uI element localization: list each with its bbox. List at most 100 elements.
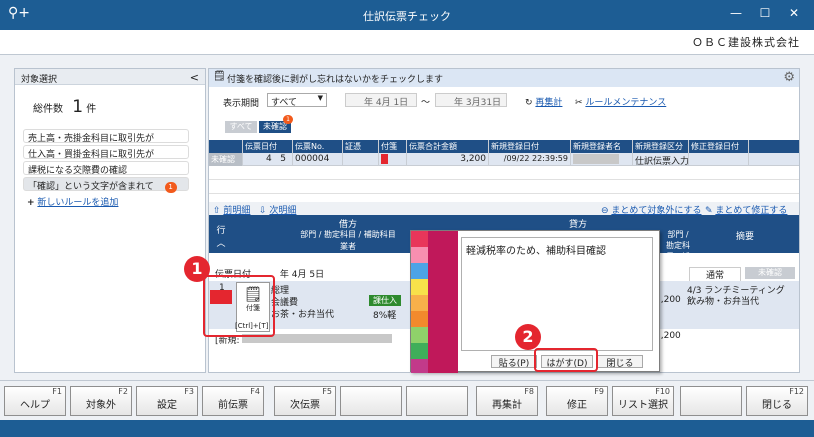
rule-item[interactable]: 仕入高・買掛金科目に取引先が (23, 145, 189, 160)
target-select-panel: 対象選択 < 総件数 1 件 売上高・売掛金科目に取引先が 仕入高・買掛金科目に… (14, 68, 206, 373)
detail-nav: ⇧ 前明細 ⇩ 次明細 ⊖ まとめて対象外にする ✎ まとめて修正する (209, 202, 799, 216)
company-name: ＯＢＣ建設株式会社 (692, 36, 800, 49)
maximize-icon[interactable]: ☐ (755, 6, 775, 20)
recalc-link[interactable]: ↻ 再集計 (525, 95, 562, 108)
chevron-up-icon: ︿ (216, 239, 226, 249)
status-bar (0, 420, 814, 437)
collapse-chevron-icon[interactable]: < (190, 71, 199, 84)
notice-bar: 🗒 付箋を確認後に剥がし忘れはないかをチェックします ⚙ (209, 69, 799, 87)
period-select[interactable]: すべて ▼ (267, 93, 327, 108)
callout-2-box (534, 348, 598, 372)
rule-item[interactable]: 売上高・売掛金科目に取引先が (23, 129, 189, 144)
sticky-cell (379, 153, 407, 166)
color-swatch[interactable] (411, 343, 428, 359)
to-date-field[interactable]: 年 3月31日 (435, 93, 507, 108)
color-swatch[interactable] (411, 359, 428, 373)
note-text-area[interactable]: 軽減税率のため、補助科目確認 (461, 237, 653, 351)
evidence-cell (343, 153, 379, 166)
color-swatch[interactable] (411, 295, 428, 311)
sticky-note-icon: 🗒 (213, 71, 226, 82)
color-swatch[interactable] (411, 247, 428, 263)
tools-icon: ✂ (575, 98, 583, 108)
col-header[interactable]: 付箋 (379, 140, 407, 153)
tax-badge: 課仕入 (369, 295, 401, 306)
f4-prev-voucher-button[interactable]: F4 前伝票 (202, 386, 264, 416)
tab-all[interactable]: すべて (225, 121, 257, 133)
window-title: 仕訳伝票チェック (363, 10, 451, 23)
masked-text (573, 154, 619, 164)
color-swatch[interactable] (411, 327, 428, 343)
color-swatch[interactable] (411, 279, 428, 295)
paste-button[interactable]: 貼る(P) (491, 355, 537, 369)
title-bar: ⚲+ 仕訳伝票チェック — ☐ ✕ (0, 0, 814, 30)
rule-maint-link[interactable]: ✂ ルールメンテナンス (575, 95, 666, 108)
empty-row (209, 167, 799, 180)
tax-rate: 8%軽 (373, 311, 397, 321)
refresh-icon: ↻ (525, 98, 533, 108)
f8-recalc-button[interactable]: F8 再集計 (476, 386, 538, 416)
rule-item[interactable]: 課税になる交際費の確認 (23, 161, 189, 176)
minimize-icon[interactable]: — (726, 6, 746, 20)
rule-item-selected[interactable]: 「確認」という文字が含まれて 1 (23, 177, 189, 193)
row-col-label: 行 ︿ (216, 226, 226, 249)
chevron-down-icon: ▼ (317, 94, 323, 102)
close-icon[interactable]: ✕ (784, 6, 804, 20)
date-cell: 4 5 (243, 153, 293, 166)
panel-title: 対象選択 (21, 75, 58, 85)
function-key-bar: F1 ヘルプ F2 対象外 F3 設定 F4 前伝票 F5 次伝票 F8 再集計 F9 修正 … (0, 380, 814, 420)
mod-date-cell (689, 153, 749, 166)
f9-fix-button[interactable]: F9 修正 (546, 386, 608, 416)
close-note-button[interactable]: 閉じる (597, 355, 643, 369)
color-palette (411, 231, 428, 373)
reg-date-cell: /09/22 22:39:59 (489, 153, 571, 166)
col-header[interactable]: 伝票日付 (243, 140, 293, 153)
f2-exclude-button[interactable]: F2 対象外 (70, 386, 132, 416)
col-header[interactable]: 新規登録日付 (489, 140, 571, 153)
reg-kind-cell: 仕訳伝票入力 (633, 153, 689, 166)
f7-button[interactable] (406, 386, 468, 416)
callout-1-box (203, 275, 275, 337)
f6-button[interactable] (340, 386, 402, 416)
empty-row (209, 181, 799, 194)
entry-mode: 通常 (689, 267, 741, 282)
plus-icon: + (27, 198, 35, 208)
f5-next-voucher-button[interactable]: F5 次伝票 (274, 386, 336, 416)
add-rule-link[interactable]: + 新しいルールを追加 (27, 195, 118, 208)
grid-header: 伝票日付 伝票No. 証憑 付箋 伝票合計金額 新規登録日付 新規登録者名 新規… (209, 140, 799, 153)
from-date-field[interactable]: 年 4月 1日 (345, 93, 417, 108)
tab-badge: 1 (283, 115, 293, 124)
f3-settings-button[interactable]: F3 設定 (136, 386, 198, 416)
col-header[interactable]: 修正登録日付 (689, 140, 749, 153)
f1-help-button[interactable]: F1 ヘルプ (4, 386, 66, 416)
col-header[interactable]: 伝票合計金額 (407, 140, 489, 153)
rule-count-badge: 1 (164, 182, 177, 193)
detail-status: 未確認 (745, 267, 795, 279)
color-swatch[interactable] (411, 311, 428, 327)
table-row[interactable]: 未確認 4 5 000004 3,200 /09/22 22:39:59 仕訳伝… (209, 153, 799, 166)
col-header[interactable]: 証憑 (343, 140, 379, 153)
col-header[interactable]: 新規登録区分 (633, 140, 689, 153)
col-header[interactable]: 新規登録者名 (571, 140, 633, 153)
status-cell: 未確認 (209, 153, 243, 166)
f10-list-select-button[interactable]: F10 リスト選択 (612, 386, 674, 416)
color-swatch[interactable] (411, 263, 428, 279)
panel-header: 対象選択 < (15, 69, 205, 85)
f11-button[interactable] (680, 386, 742, 416)
gear-icon[interactable]: ⚙ (783, 70, 795, 85)
sub-account-text: お茶・お弁当代 (271, 310, 335, 320)
credit-label: 貸方 (568, 220, 587, 230)
note-color-band (428, 231, 458, 373)
summary-label: 摘要 (735, 232, 754, 242)
color-swatch[interactable] (411, 231, 428, 247)
period-label: 表示期間 (223, 99, 260, 109)
col-header (209, 140, 243, 153)
total-count: 総件数 1 件 (33, 97, 97, 117)
memo-line2: 飲み物・お弁当代 (687, 297, 760, 307)
sticky-mark-icon (381, 154, 388, 164)
f12-close-button[interactable]: F12 閉じる (746, 386, 808, 416)
amount-cell: 3,200 (407, 153, 489, 166)
col-header[interactable]: 伝票No. (293, 140, 343, 153)
date-tilde: ～ (421, 98, 431, 108)
reg-user-cell (571, 153, 633, 166)
voucher-no-cell: 000004 (293, 153, 343, 166)
